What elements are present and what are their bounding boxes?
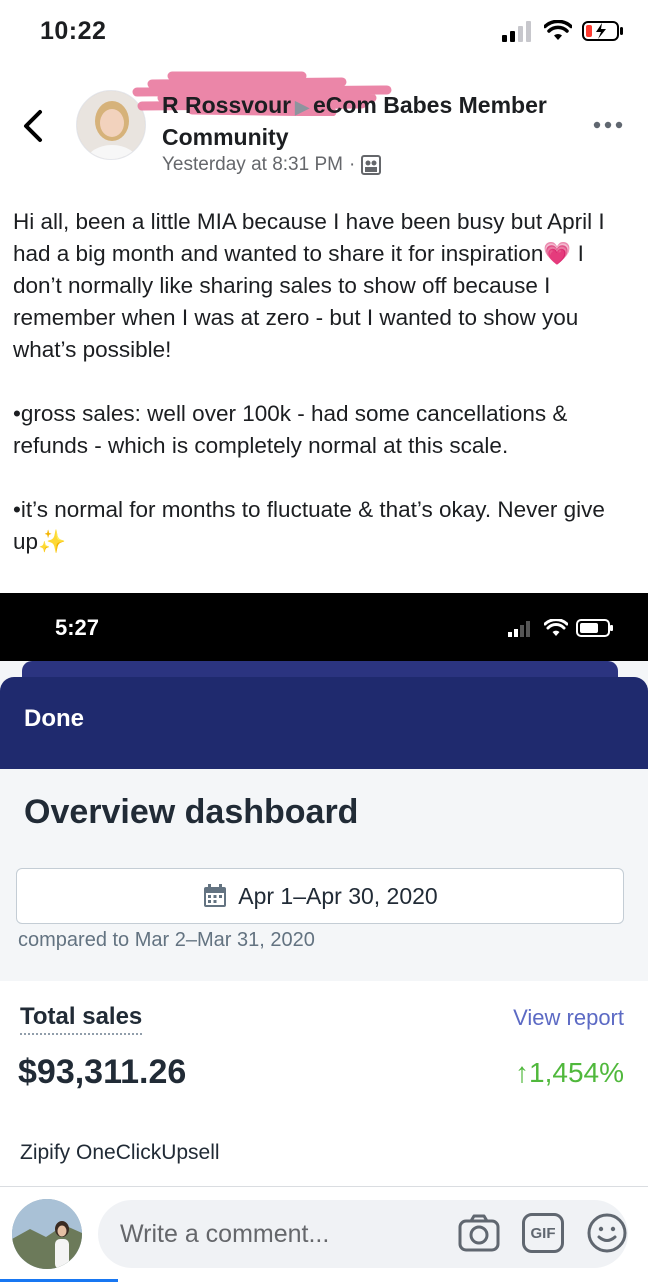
post-paragraph: •it’s normal for months to fluctuate & t… xyxy=(13,497,605,554)
triangle-right-icon: ▶ xyxy=(295,97,309,117)
total-sales-label[interactable]: Total sales xyxy=(20,1003,143,1035)
post-timestamp[interactable]: Yesterday at 8:31 PM xyxy=(162,154,343,176)
post-meta: Yesterday at 8:31 PM · xyxy=(162,154,382,176)
redacted-author-name: R Rossvour xyxy=(162,92,292,118)
back-arrow-icon[interactable] xyxy=(18,108,48,144)
wifi-icon xyxy=(544,20,572,40)
total-sales-value: $93,311.26 xyxy=(18,1053,187,1091)
comment-tools: GIF xyxy=(458,1212,628,1254)
sales-change-percent: ↑1,454% xyxy=(515,1057,624,1088)
date-range-label: Apr 1–Apr 30, 2020 xyxy=(238,882,438,909)
calendar-icon xyxy=(204,884,227,907)
view-report-link[interactable]: View report xyxy=(513,1005,624,1031)
viewer-avatar[interactable] xyxy=(12,1199,82,1269)
viewer-avatar-image xyxy=(12,1199,82,1269)
comment-bar: GIF xyxy=(0,1186,648,1282)
screenshot-status-bar: 5:27 xyxy=(0,593,648,661)
total-sales-card: Total sales View report $93,311.26 ↑1,45… xyxy=(0,981,648,1193)
emoji-icon[interactable] xyxy=(586,1212,628,1254)
group-audience-icon xyxy=(361,155,382,175)
screenshot-status-time: 5:27 xyxy=(55,615,100,640)
comparison-period: compared to Mar 2–Mar 31, 2020 xyxy=(18,929,315,951)
screenshot-status-icons xyxy=(508,619,614,637)
done-button[interactable]: Done xyxy=(24,705,84,733)
meta-separator: · xyxy=(348,154,356,175)
status-bar: 10:22 xyxy=(0,0,648,66)
app-name-label: Zipify OneClickUpsell xyxy=(20,1141,220,1164)
status-time: 10:22 xyxy=(40,17,107,45)
attached-screenshot[interactable]: 5:27 Done Overview dashboard Apr 1–Apr 3… xyxy=(0,593,648,1193)
screenshot-battery-icon xyxy=(576,619,613,637)
screenshot-wifi-icon xyxy=(544,619,568,636)
gif-button[interactable]: GIF xyxy=(522,1213,564,1253)
post-header: R Rossvour ▶ eCom Babes Member Community Y… xyxy=(0,66,648,186)
camera-icon[interactable] xyxy=(458,1212,500,1254)
post-title[interactable]: R Rossvour ▶ eCom Babes Member Community xyxy=(162,90,562,152)
screenshot-nav-bar: Done xyxy=(0,677,648,769)
screenshot-signal-icon xyxy=(508,621,530,637)
dashboard-title: Overview dashboard xyxy=(24,793,359,831)
post-body: Hi all, been a little MIA because I have… xyxy=(13,206,633,558)
status-icons xyxy=(502,20,624,42)
post-paragraph: •gross sales: well over 100k - had some … xyxy=(13,401,568,458)
gif-label: GIF xyxy=(530,1224,556,1242)
post-paragraph: Hi all, been a little MIA because I have… xyxy=(13,209,605,362)
battery-charging-icon xyxy=(582,21,623,41)
more-options-icon[interactable] xyxy=(592,118,624,132)
cellular-signal-icon xyxy=(502,21,531,42)
date-range-button[interactable]: Apr 1–Apr 30, 2020 xyxy=(16,868,624,924)
